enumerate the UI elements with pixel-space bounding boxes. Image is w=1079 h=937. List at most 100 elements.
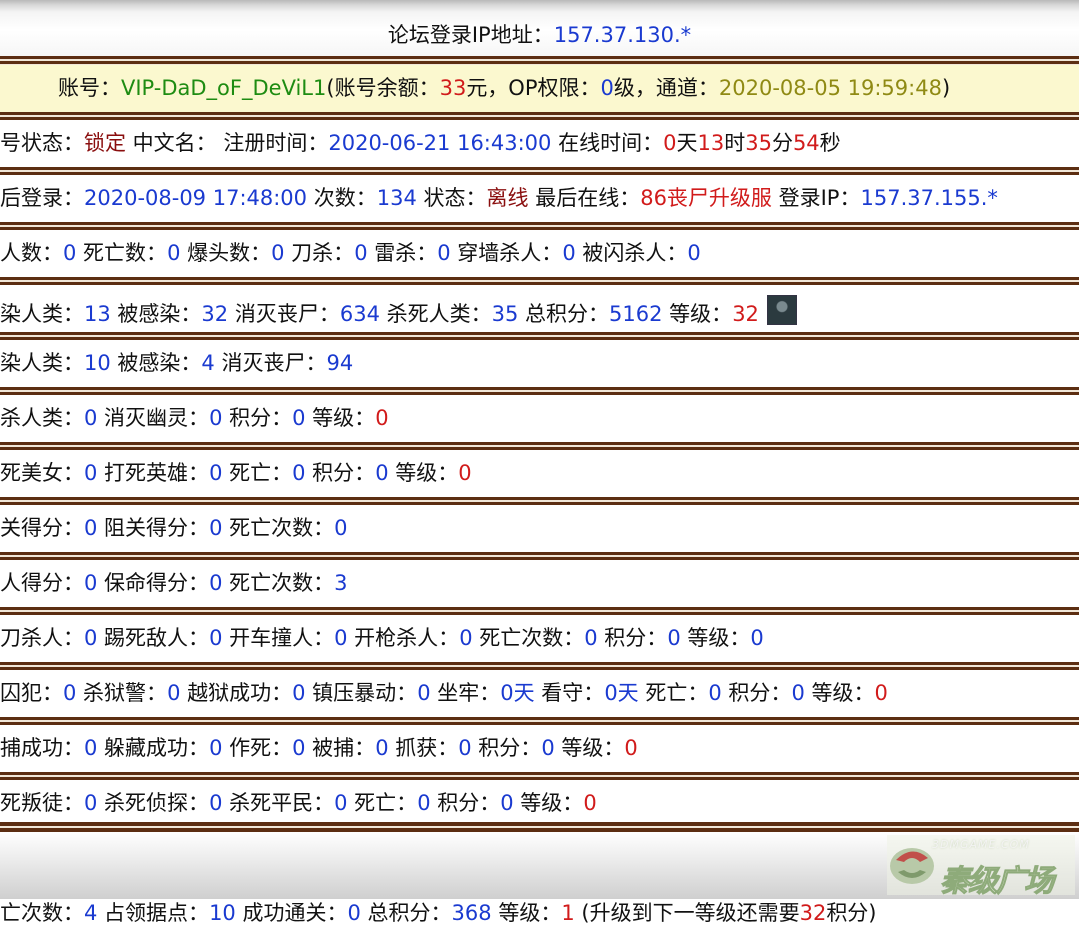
login-ip: 157.37.155.* (860, 186, 998, 210)
stat-value: 0 (458, 736, 472, 760)
stat-label: 阻关得分： (97, 516, 210, 540)
stat-row: 刀杀人：0 踢死敌人：0 开车撞人：0 开枪杀人：0 死亡次数：0 积分：0 等… (0, 615, 1079, 662)
stat-row: 人得分：0 保命得分：0 死亡次数：3 (0, 560, 1079, 607)
stat-label: (升级到下一等级还需要 (574, 901, 800, 925)
stat-label: 积分： (597, 626, 668, 650)
stat-label: 囚犯： (0, 681, 63, 705)
stat-label: 等级： (491, 901, 562, 925)
stat-value: 0 (63, 241, 77, 265)
stat-label: 消灭幽灵： (97, 406, 210, 430)
stat-value: 0 (791, 681, 805, 705)
unit: 秒 (819, 131, 841, 155)
stat-value: 0 (375, 461, 389, 485)
stat-value: 0 (541, 736, 555, 760)
stat-value: 13 (84, 302, 111, 326)
stat-value: 0 (84, 406, 98, 430)
stat-value: 0 (687, 241, 701, 265)
reg-label: 中文名： 注册时间： (126, 131, 329, 155)
unit: 分 (771, 131, 793, 155)
stat-label: 捕成功： (0, 736, 84, 760)
stat-label: 积分： (222, 406, 293, 430)
stat-label: 消灭丧尸： (228, 302, 340, 326)
account-row: 账号：VIP-DaD_oF_DeViL1(账号余额：33元，OP权限：0级，通道… (0, 65, 1079, 112)
stat-label: 被感染： (110, 302, 202, 326)
watermark-brand: 秦级广场 (940, 864, 1055, 900)
login-ip-line: 论坛登录IP地址：157.37.130.* (0, 19, 1079, 49)
last-online-label: 最后在线： (528, 186, 641, 210)
stat-label: 死叛徒： (0, 791, 84, 815)
stat-value: 0 (84, 516, 98, 540)
stat-value: 0 (750, 626, 764, 650)
stat-value: 0 (84, 626, 98, 650)
row-separator (0, 277, 1079, 285)
login-count: 134 (376, 186, 417, 210)
stat-value: 0 (874, 681, 888, 705)
stat-value: 0 (583, 791, 597, 815)
stat-value: 35 (491, 302, 519, 326)
last-login-time: 2020-08-09 17:48:00 (84, 186, 308, 210)
stat-label: 亡次数： (0, 901, 84, 925)
stat-label: 等级： (804, 681, 875, 705)
ip-label: 论坛登录IP地址： (387, 23, 554, 47)
last-login-label: 后登录： (0, 186, 84, 210)
stat-label: 被闪杀人： (575, 241, 688, 265)
stat-label: 杀狱警： (76, 681, 168, 705)
stat-value: 0 (458, 461, 472, 485)
stat-value: 0 (334, 516, 348, 540)
stat-value: 634 (339, 302, 380, 326)
online-label: 在线时间： (551, 131, 664, 155)
stat-label: 染人类： (0, 351, 84, 375)
stat-label: 死亡次数： (222, 516, 335, 540)
stat-value: 0 (417, 681, 431, 705)
stat-value: 0 (84, 571, 98, 595)
stat-value: 0 (209, 626, 223, 650)
stat-label: 总积分： (360, 901, 452, 925)
row-separator (0, 717, 1079, 725)
stat-row: 关得分：0 阻关得分：0 死亡次数：0 (0, 505, 1079, 552)
stat-label: 坐牢： (430, 681, 501, 705)
stat-label: 杀死平民： (222, 791, 335, 815)
stat-value: 0 (292, 461, 306, 485)
stat-value: 0 (167, 241, 181, 265)
stat-label: 等级： (305, 406, 376, 430)
stat-label: 穿墙杀人： (450, 241, 563, 265)
ip-value: 157.37.130.* (553, 23, 692, 47)
stat-value: 0 (292, 406, 306, 430)
stat-label: 积分： (430, 791, 501, 815)
channel-label: 级，通道： (613, 76, 719, 100)
stat-label: 死亡数： (76, 241, 168, 265)
stat-label: 等级： (513, 791, 584, 815)
row-separator (0, 607, 1079, 615)
stat-label: 被捕： (305, 736, 376, 760)
stat-value: 32 (201, 302, 229, 326)
stat-label: 染人类： (0, 302, 84, 326)
account-name: VIP-DaD_oF_DeViL1 (121, 76, 327, 100)
stat-value: 0 (209, 516, 223, 540)
stat-label: 刀杀： (284, 241, 355, 265)
stat-row: 人数：0 死亡数：0 爆头数：0 刀杀：0 雷杀：0 穿墙杀人：0 被闪杀人：0 (0, 230, 1079, 277)
stat-value: 0 (209, 791, 223, 815)
stat-label: 死亡次数： (472, 626, 585, 650)
row-separator (0, 552, 1079, 560)
online-state: 离线 (486, 186, 529, 210)
stat-row: 杀人类：0 消灭幽灵：0 积分：0 等级：0 (0, 395, 1079, 442)
stat-value: 32 (732, 302, 759, 326)
stat-label: 抓获： (388, 736, 459, 760)
stat-label: 关得分： (0, 516, 84, 540)
stat-label: 等级： (662, 302, 733, 326)
row-separator (0, 332, 1079, 340)
footer-separator (0, 822, 1079, 832)
stat-label: 死亡次数： (222, 571, 335, 595)
login-ip-label: 登录IP： (771, 186, 861, 210)
stat-label: 雷杀： (367, 241, 438, 265)
login-count-label: 次数： (307, 186, 377, 210)
stat-value: 0 (347, 901, 361, 925)
account-close: ) (941, 76, 951, 100)
stat-label: 死亡： (347, 791, 418, 815)
stat-label: 踢死敌人： (97, 626, 210, 650)
stat-row: 捕成功：0 躲藏成功：0 作死：0 被捕：0 抓获：0 积分：0 等级：0 (0, 725, 1079, 772)
stat-label: 死亡： (222, 461, 293, 485)
stat-label: 看守： (534, 681, 605, 705)
stat-value: 0 (84, 736, 98, 760)
stat-row: 染人类：13 被感染：32 消灭丧尸：634 杀死人类：35 总积分：5162 … (0, 285, 1079, 332)
